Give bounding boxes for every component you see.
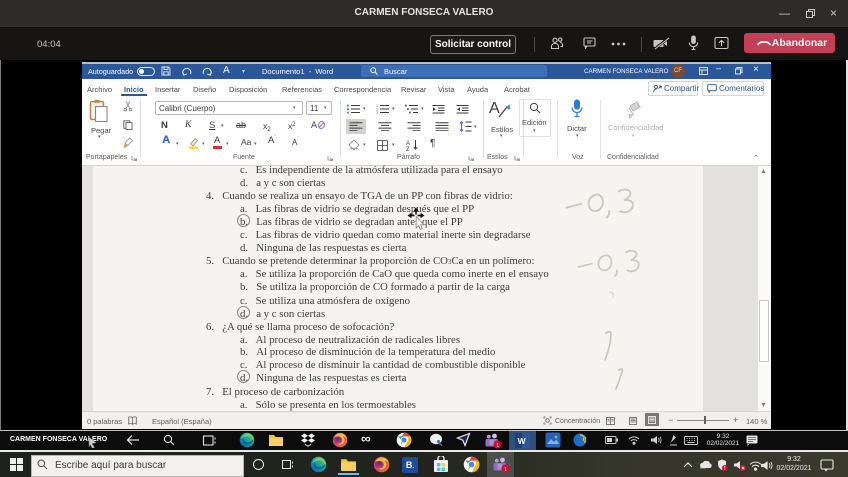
svg-text:W: W xyxy=(518,436,527,446)
svg-text:3: 3 xyxy=(376,111,378,114)
svg-text:1: 1 xyxy=(504,467,507,473)
svg-text:1: 1 xyxy=(496,443,499,449)
svg-text:Z: Z xyxy=(406,147,410,151)
